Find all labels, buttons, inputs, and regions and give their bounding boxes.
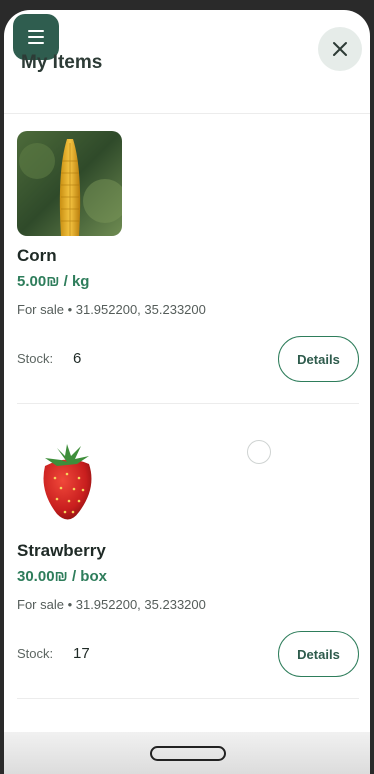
- item-meta: For sale • 31.952200, 35.233200: [17, 302, 206, 317]
- details-button[interactable]: Details: [278, 336, 359, 382]
- close-icon: [333, 42, 347, 56]
- stock-label: Stock:: [17, 351, 54, 366]
- item-meta: For sale • 31.952200, 35.233200: [17, 597, 206, 612]
- divider: [17, 403, 359, 404]
- items-screen: My Items Corn 5.00₪ / kg For sale • 31.9…: [4, 10, 370, 774]
- close-button[interactable]: [318, 27, 362, 71]
- menu-icon: [28, 30, 44, 44]
- divider: [17, 698, 359, 699]
- item-name: Strawberry: [17, 541, 106, 560]
- item-name: Corn: [17, 246, 57, 265]
- stock-value: 6: [73, 350, 82, 367]
- item-price: 5.00₪ / kg: [17, 273, 90, 290]
- stock-label: Stock:: [17, 646, 54, 661]
- loading-spinner: [247, 440, 271, 464]
- home-indicator[interactable]: [150, 746, 226, 761]
- item-price: 30.00₪ / box: [17, 568, 107, 585]
- system-navigation-bar: [4, 732, 370, 774]
- stock-value: 17: [73, 645, 90, 662]
- list-item: Corn 5.00₪ / kg For sale • 31.952200, 35…: [17, 131, 359, 391]
- strawberry-image: [17, 426, 122, 531]
- corn-image: [17, 131, 122, 236]
- list-item: Strawberry 30.00₪ / box For sale • 31.95…: [17, 426, 359, 686]
- details-button[interactable]: Details: [278, 631, 359, 677]
- page-title: My Items: [21, 52, 103, 73]
- header: My Items: [4, 10, 370, 114]
